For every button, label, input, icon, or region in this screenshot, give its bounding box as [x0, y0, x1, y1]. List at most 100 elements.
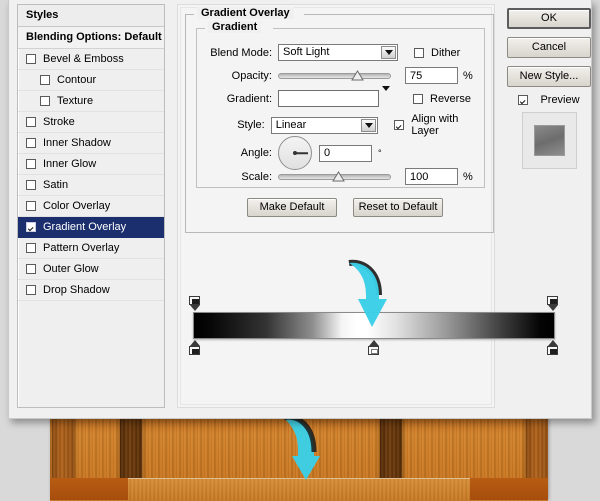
checkbox-texture[interactable] [40, 96, 50, 106]
style-item-label: Bevel & Emboss [43, 49, 124, 69]
scale-label: Scale: [203, 171, 272, 183]
angle-value: 0 [324, 147, 330, 159]
style-chevron-down-icon[interactable] [361, 119, 376, 132]
style-item-color-overlay[interactable]: Color Overlay [18, 196, 164, 217]
checkbox-inner-shadow[interactable] [26, 138, 36, 148]
new-style-button[interactable]: New Style... [507, 66, 591, 87]
blend-mode-value: Soft Light [279, 45, 329, 60]
opacity-input[interactable]: 75 [405, 67, 458, 84]
scale-unit: % [463, 171, 473, 183]
checkbox-color-overlay[interactable] [26, 201, 36, 211]
preview-checkbox-row[interactable]: Preview [507, 94, 591, 106]
gradient-subgroup-title: Gradient [208, 21, 261, 33]
gradient-subgroup: Gradient Blend Mode: Soft Light Dither O… [196, 28, 485, 188]
checkbox-dither[interactable] [414, 48, 424, 58]
style-item-label: Inner Shadow [43, 133, 111, 153]
cancel-button[interactable]: Cancel [507, 37, 591, 58]
gradient-editor [189, 292, 559, 358]
style-item-texture[interactable]: Texture [18, 91, 164, 112]
checkbox-contour[interactable] [40, 75, 50, 85]
style-item-label: Outer Glow [43, 259, 99, 279]
checkbox-outer-glow[interactable] [26, 264, 36, 274]
angle-dial[interactable] [278, 136, 312, 170]
gradient-editor-strip[interactable] [193, 312, 555, 339]
reverse-label: Reverse [430, 93, 471, 105]
opacity-unit: % [463, 70, 473, 82]
opacity-stop-house [547, 296, 558, 305]
gradient-picker-chevron-down-icon[interactable] [382, 91, 397, 106]
scale-input[interactable]: 100 [405, 168, 458, 185]
style-item-label: Gradient Overlay [43, 217, 126, 237]
opacity-stop-start[interactable] [189, 296, 201, 311]
blend-mode-select[interactable]: Soft Light [278, 44, 398, 61]
style-item-label: Inner Glow [43, 154, 96, 174]
checkbox-satin[interactable] [26, 180, 36, 190]
opacity-slider-knob[interactable] [351, 70, 364, 82]
style-item-outer-glow[interactable]: Outer Glow [18, 259, 164, 280]
align-with-layer-label: Align with Layer [411, 113, 479, 137]
style-item-inner-shadow[interactable]: Inner Shadow [18, 133, 164, 154]
checkbox-align-with-layer[interactable] [394, 120, 404, 130]
make-default-button[interactable]: Make Default [247, 198, 337, 217]
color-stop-end[interactable] [547, 340, 559, 355]
style-item-stroke[interactable]: Stroke [18, 112, 164, 133]
layer-style-dialog: Styles Blending Options: Default Bevel &… [8, 0, 592, 419]
preview-thumbnail-swatch [534, 125, 565, 156]
style-item-drop-shadow[interactable]: Drop Shadow [18, 280, 164, 301]
opacity-stop-house [189, 296, 200, 305]
checkbox-gradient-overlay[interactable] [26, 222, 36, 232]
preview-label: Preview [540, 94, 579, 106]
gradient-overlay-group-title: Gradient Overlay [197, 7, 294, 19]
style-value: Linear [272, 118, 307, 133]
gradient-swatch-button[interactable] [278, 90, 379, 107]
blending-options-row[interactable]: Blending Options: Default [18, 27, 164, 49]
opacity-value: 75 [410, 70, 422, 82]
style-item-label: Color Overlay [43, 196, 110, 216]
style-label: Style: [203, 119, 265, 131]
align-with-layer-checkbox-row[interactable]: Align with Layer [394, 113, 479, 137]
color-stop-house [547, 346, 558, 355]
style-item-label: Contour [57, 70, 96, 90]
style-item-contour[interactable]: Contour [18, 70, 164, 91]
scale-slider[interactable] [278, 170, 391, 184]
color-stop-house [189, 346, 200, 355]
dither-label: Dither [431, 47, 460, 59]
style-item-inner-glow[interactable]: Inner Glow [18, 154, 164, 175]
style-item-gradient-overlay[interactable]: Gradient Overlay [18, 217, 164, 238]
blend-mode-label: Blend Mode: [203, 47, 272, 59]
dither-checkbox-row[interactable]: Dither [414, 47, 460, 59]
checkbox-bevel-emboss[interactable] [26, 54, 36, 64]
reset-to-default-button[interactable]: Reset to Default [353, 198, 443, 217]
opacity-slider-track [278, 73, 391, 79]
style-item-label: Texture [57, 91, 93, 111]
style-item-bevel-emboss[interactable]: Bevel & Emboss [18, 49, 164, 70]
color-stop-middle[interactable] [368, 340, 380, 355]
opacity-slider[interactable] [278, 69, 391, 83]
default-buttons-row: Make Default Reset to Default [247, 198, 443, 217]
wood-floor-left-end [50, 478, 128, 500]
styles-panel-header: Styles [18, 5, 164, 27]
opacity-stop-end[interactable] [547, 296, 559, 311]
scale-slider-knob[interactable] [332, 171, 345, 183]
style-item-satin[interactable]: Satin [18, 175, 164, 196]
style-select[interactable]: Linear [271, 117, 379, 134]
checkbox-reverse[interactable] [413, 94, 423, 104]
angle-input[interactable]: 0 [319, 145, 372, 162]
angle-unit: ° [378, 148, 382, 158]
checkbox-drop-shadow[interactable] [26, 285, 36, 295]
reverse-checkbox-row[interactable]: Reverse [413, 93, 471, 105]
ok-button[interactable]: OK [507, 8, 591, 29]
angle-label: Angle: [203, 147, 272, 159]
checkbox-preview[interactable] [518, 95, 528, 105]
checkbox-stroke[interactable] [26, 117, 36, 127]
color-stop-house [368, 346, 379, 355]
preview-thumbnail [522, 112, 577, 169]
checkbox-pattern-overlay[interactable] [26, 243, 36, 253]
style-item-label: Satin [43, 175, 68, 195]
chevron-down-icon[interactable] [381, 46, 396, 59]
color-stop-start[interactable] [189, 340, 201, 355]
scale-value: 100 [410, 171, 428, 183]
checkbox-inner-glow[interactable] [26, 159, 36, 169]
angle-dial-center-dot [293, 151, 297, 155]
style-item-pattern-overlay[interactable]: Pattern Overlay [18, 238, 164, 259]
